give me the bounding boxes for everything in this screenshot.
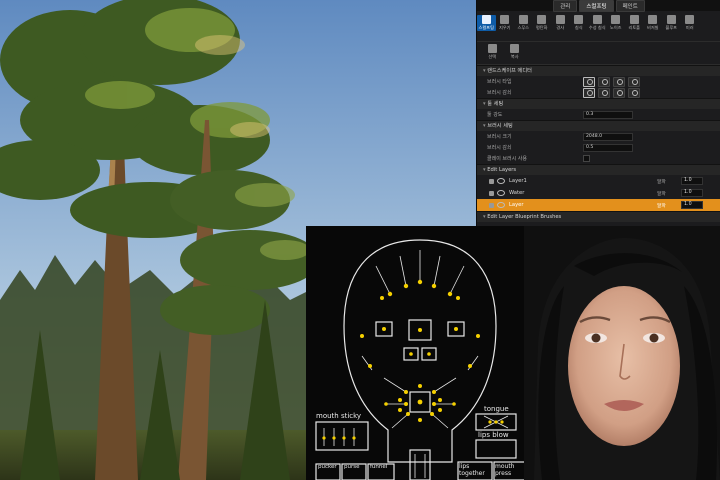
visibility-eye-icon[interactable]: [497, 202, 505, 208]
lock-icon[interactable]: [489, 178, 494, 184]
hydro-erosion-icon: [592, 15, 602, 24]
mouth-sticky-label: mouth sticky: [316, 412, 362, 420]
purse-label: purse: [344, 464, 360, 470]
section-blueprint-brushes[interactable]: Edit Layer Blueprint Brushes: [477, 211, 720, 222]
character-portrait: [524, 226, 720, 480]
visibility-eye-icon[interactable]: [497, 178, 505, 184]
mirror-icon: [685, 15, 695, 24]
retopo-icon: [629, 15, 639, 24]
prop-brush-type: 브러시 타입: [477, 76, 720, 87]
smooth-icon: [518, 15, 528, 24]
layer-alpha-field[interactable]: 1.0: [681, 201, 703, 209]
pucker-label: pucker: [318, 464, 337, 470]
sculpt-tool-row: 스컬프팅 지우기 스무스 평탄화 경사 침식 수성 침식 노이즈 리토폴 비저빌…: [477, 11, 720, 42]
layer-row-selected[interactable]: Layer 알파 1.0: [477, 199, 720, 211]
tool-sculpt[interactable]: 스컬프팅: [477, 15, 496, 31]
prop-brush-size: 브러시 크기 2048.0: [477, 131, 720, 142]
prop-brush-falloff-value: 브러시 감쇠 0.5: [477, 142, 720, 153]
mode-tab-sculpt[interactable]: 스컬프팅: [579, 0, 614, 12]
brush-falloff-field[interactable]: 0.5: [583, 143, 633, 152]
flatten-icon: [537, 15, 547, 24]
visibility-icon: [648, 15, 658, 24]
prop-tool-strength: 툴 강도 0.3: [477, 109, 720, 120]
brush-type-alpha-icon[interactable]: [598, 76, 610, 87]
tool-erosion[interactable]: 침식: [570, 15, 589, 31]
falloff-linear-icon[interactable]: [598, 87, 610, 98]
tool-ramp[interactable]: 경사: [551, 15, 570, 31]
prop-clay-brush: 클레이 브러시 사용: [477, 153, 720, 164]
funnel-label: funnel: [370, 464, 388, 470]
landscape-editor-panel: 관리 스컬프팅 페인트 스컬프팅 지우기 스무스 평탄화 경사 침식 수성 침식…: [476, 0, 720, 228]
tool-select[interactable]: 선택: [483, 44, 502, 62]
neck-control: [409, 449, 431, 480]
tool-flatten[interactable]: 평탄화: [533, 15, 552, 31]
tool-blueprint[interactable]: 블루프: [662, 15, 681, 31]
clay-brush-checkbox[interactable]: [583, 155, 590, 162]
layer-row[interactable]: Water 알파 1.0: [477, 187, 720, 199]
tongue-label: tongue: [484, 405, 509, 413]
section-brush-settings[interactable]: 브러시 세팅: [477, 120, 720, 131]
tool-visibility[interactable]: 비저빌: [644, 15, 663, 31]
tool-smooth[interactable]: 스무스: [514, 15, 533, 31]
tool-mirror[interactable]: 미러: [681, 15, 700, 31]
lock-icon[interactable]: [489, 202, 494, 208]
section-tool-settings[interactable]: 툴 세팅: [477, 98, 720, 109]
sculpt-tool-row-2: 선택 복사: [477, 42, 720, 65]
tool-erase[interactable]: 지우기: [496, 15, 515, 31]
lips-blow-panel: [475, 439, 517, 459]
layer-alpha-field[interactable]: 1.0: [681, 177, 703, 185]
mouth-press-label: mouth press: [495, 463, 515, 477]
tool-strength-field[interactable]: 0.3: [583, 110, 633, 119]
visibility-eye-icon[interactable]: [497, 190, 505, 196]
mode-tab-bar: 관리 스컬프팅 페인트: [477, 0, 720, 12]
face-rig-board: mouth sticky tongue lips blow pucker pur…: [306, 226, 534, 480]
ramp-icon: [555, 15, 565, 24]
face-rig-diagram: [315, 239, 529, 480]
tool-retopo[interactable]: 리토폴: [625, 15, 644, 31]
select-icon: [487, 44, 497, 53]
tool-copy[interactable]: 복사: [506, 44, 525, 62]
mode-tab-manage[interactable]: 관리: [553, 0, 578, 12]
lips-together-label: lips together: [459, 463, 485, 477]
layer-alpha-field[interactable]: 1.0: [681, 189, 703, 197]
brush-type-component-icon[interactable]: [628, 76, 640, 87]
tool-noise[interactable]: 노이즈: [607, 15, 626, 31]
lock-icon[interactable]: [489, 190, 494, 196]
eraser-icon: [500, 15, 510, 24]
prop-brush-falloff: 브러시 감쇠: [477, 87, 720, 98]
brush-type-pattern-icon[interactable]: [613, 76, 625, 87]
brush-size-field[interactable]: 2048.0: [583, 132, 633, 141]
layer-row[interactable]: Layer1 알파 1.0: [477, 175, 720, 187]
falloff-tip-icon[interactable]: [628, 87, 640, 98]
brush-type-circle-icon[interactable]: [583, 76, 595, 87]
blueprint-icon: [666, 15, 676, 24]
section-landscape-editor[interactable]: 랜드스케이프 에디터: [477, 65, 720, 76]
noise-icon: [611, 15, 621, 24]
falloff-spherical-icon[interactable]: [613, 87, 625, 98]
tool-hydro-erosion[interactable]: 수성 침식: [588, 15, 607, 31]
erosion-icon: [574, 15, 584, 24]
falloff-smooth-icon[interactable]: [583, 87, 595, 98]
sculpt-brush-icon: [481, 15, 491, 24]
section-edit-layers[interactable]: Edit Layers: [477, 164, 720, 175]
lips-blow-label: lips blow: [478, 431, 509, 439]
mode-tab-paint[interactable]: 페인트: [615, 0, 645, 12]
copy-icon: [510, 44, 520, 53]
